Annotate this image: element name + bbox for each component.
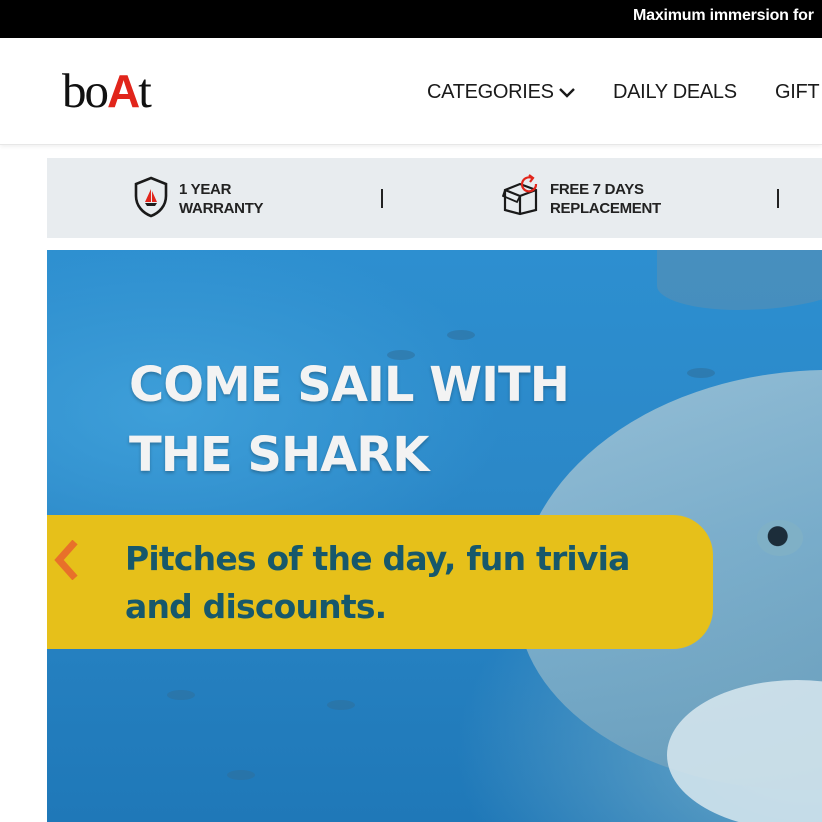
shark-fin-decoration bbox=[657, 250, 822, 310]
nav-daily-deals[interactable]: DAILY DEALS bbox=[613, 79, 737, 105]
trust-item-replacement: FREE 7 DAYS REPLACEMENT bbox=[501, 158, 742, 238]
hero-banner[interactable]: COME SAIL WITH THE SHARK Pitches of the d… bbox=[47, 250, 822, 822]
announcement-bar: Maximum immersion for bbox=[0, 0, 822, 38]
nav-categories[interactable]: CATEGORIES bbox=[427, 79, 576, 106]
fish-decoration bbox=[687, 368, 715, 378]
chevron-down-icon bbox=[558, 80, 576, 106]
hero-subtitle: Pitches of the day, fun trivia and discou… bbox=[125, 539, 630, 626]
nav-categories-label: CATEGORIES bbox=[427, 81, 554, 103]
hero-title: COME SAIL WITH THE SHARK bbox=[129, 357, 570, 483]
fish-decoration bbox=[227, 770, 255, 780]
replacement-text: FREE 7 DAYS REPLACEMENT bbox=[550, 181, 661, 217]
divider bbox=[381, 189, 383, 208]
warranty-text: 1 YEAR WARRANTY bbox=[179, 181, 264, 217]
fish-decoration bbox=[447, 330, 475, 340]
trust-strip: 1 YEAR WARRANTY FREE 7 DAYS REPLACEMENT bbox=[47, 158, 822, 238]
nav-gift[interactable]: GIFT bbox=[775, 79, 820, 105]
trust-item-warranty: 1 YEAR WARRANTY bbox=[133, 158, 353, 238]
carousel-prev-button[interactable] bbox=[53, 539, 83, 581]
shark-eye-decoration bbox=[757, 520, 803, 556]
boat-logo[interactable]: boAt bbox=[62, 66, 152, 117]
box-return-icon bbox=[501, 174, 546, 221]
site-header: boAt CATEGORIES DAILY DEALS GIFT bbox=[0, 38, 822, 145]
shield-boat-icon bbox=[133, 176, 169, 223]
announcement-text: Maximum immersion for bbox=[633, 7, 814, 24]
fish-decoration bbox=[167, 690, 195, 700]
divider bbox=[777, 189, 779, 208]
fish-decoration bbox=[327, 700, 355, 710]
chevron-left-icon bbox=[54, 539, 78, 581]
